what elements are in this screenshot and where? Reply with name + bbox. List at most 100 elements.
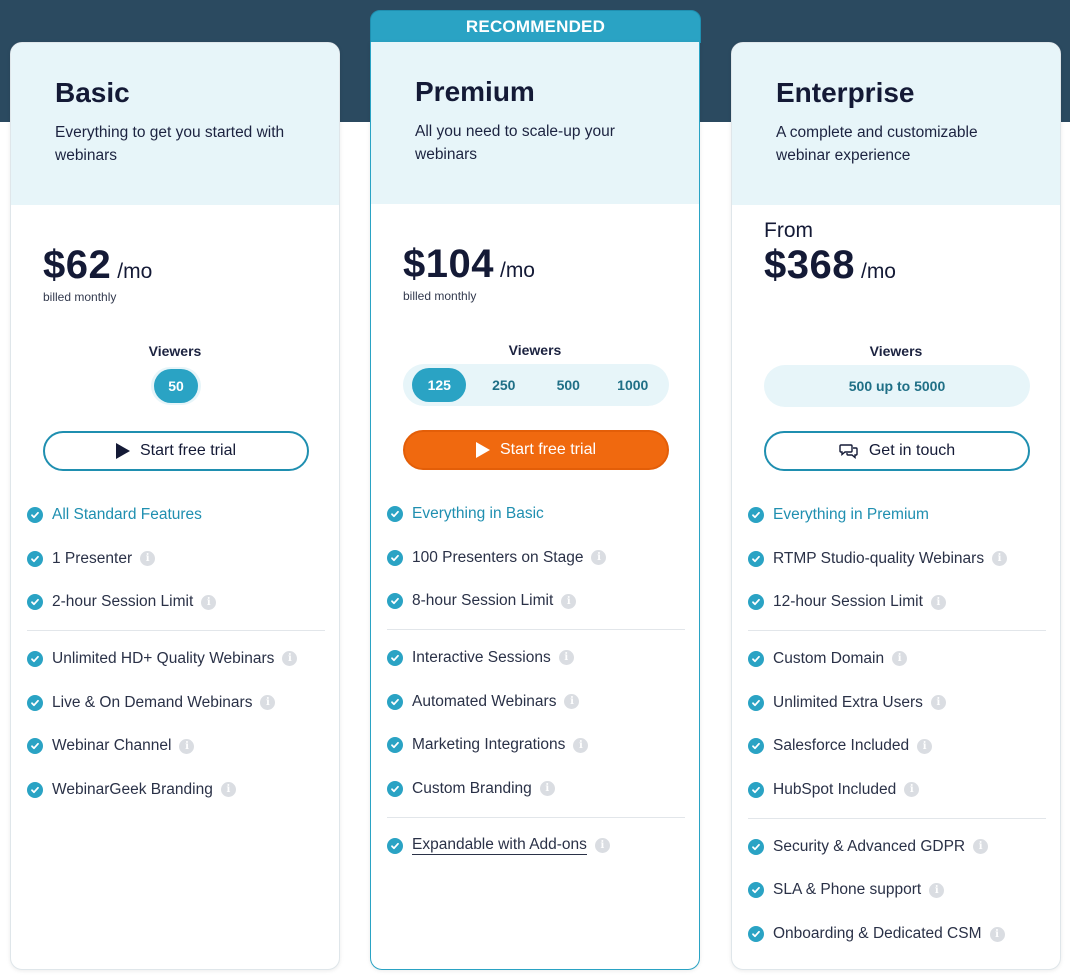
info-icon[interactable]: i <box>992 551 1008 567</box>
feature-text[interactable]: Expandable with Add-ons <box>412 836 587 856</box>
feature-text: Everything in Premium <box>773 505 929 523</box>
start-free-trial-button[interactable]: Start free trial <box>43 431 309 471</box>
plan-description: Everything to get you started with webin… <box>55 124 285 164</box>
feature-item: Custom Branding i <box>387 767 685 811</box>
feature-divider <box>387 816 685 818</box>
plan-header: Premium All you need to scale-up your we… <box>371 42 699 204</box>
play-icon <box>115 443 130 459</box>
chat-icon <box>839 444 858 459</box>
info-icon[interactable]: i <box>904 782 920 798</box>
feature-text: Automated Webinars <box>412 692 557 710</box>
feature-item: SLA & Phone support i <box>748 869 1046 913</box>
billing-note: billed monthly <box>43 290 117 304</box>
start-free-trial-button[interactable]: Start free trial <box>403 430 669 470</box>
feature-text: Interactive Sessions <box>412 648 551 666</box>
viewer-option-250[interactable]: 250 <box>477 368 531 402</box>
feature-item: RTMP Studio-quality Webinars i <box>748 537 1046 581</box>
info-icon[interactable]: i <box>201 594 217 610</box>
plan-name: Premium <box>415 76 535 107</box>
feature-text: Custom Branding <box>412 779 532 797</box>
info-icon[interactable]: i <box>260 695 276 711</box>
feature-text: 12-hour Session Limit <box>773 593 923 611</box>
feature-divider <box>748 817 1046 819</box>
feature-item: Custom Domain i <box>748 637 1046 681</box>
viewer-range: 500 up to 5000 <box>848 378 946 394</box>
price-period: /mo <box>117 260 153 283</box>
check-icon <box>387 693 403 710</box>
viewer-option-1000[interactable]: 1000 <box>606 368 660 402</box>
feature-text: Unlimited Extra Users <box>773 693 923 711</box>
info-icon[interactable]: i <box>564 694 580 710</box>
feature-item: Security & Advanced GDPR i <box>748 825 1046 869</box>
info-icon[interactable]: i <box>594 838 610 854</box>
info-icon[interactable]: i <box>917 738 933 754</box>
info-icon[interactable]: i <box>558 650 574 666</box>
info-icon[interactable]: i <box>140 551 156 567</box>
price-period: /mo <box>860 260 896 283</box>
info-icon[interactable]: i <box>179 738 195 754</box>
feature-text: Marketing Integrations <box>412 736 566 754</box>
feature-item: WebinarGeek Branding i <box>27 768 325 812</box>
info-icon[interactable]: i <box>220 782 236 798</box>
feature-item: Webinar Channel i <box>27 724 325 768</box>
feature-item: 12-hour Session Limit i <box>748 580 1046 624</box>
feature-item: 8-hour Session Limit i <box>387 579 685 623</box>
info-icon[interactable]: i <box>591 550 607 566</box>
check-icon <box>27 550 43 567</box>
check-icon <box>748 594 764 611</box>
feature-text: 1 Presenter <box>52 549 133 567</box>
viewer-option-500[interactable]: 500 <box>541 368 595 402</box>
info-icon[interactable]: i <box>282 651 298 667</box>
get-in-touch-button[interactable]: Get in touch <box>764 431 1030 471</box>
billing-note: billed monthly <box>403 289 477 303</box>
cta-label: Get in touch <box>868 442 956 459</box>
plan-card-enterprise: Enterprise A complete and customizable w… <box>731 42 1061 970</box>
feature-list: Everything in Basic 100 Presenters on Sta… <box>387 492 685 868</box>
feature-divider <box>27 630 325 632</box>
check-icon <box>387 649 403 666</box>
feature-item: 2-hour Session Limit i <box>27 580 325 624</box>
feature-item: Everything in Premium <box>748 493 1046 537</box>
feature-text: All Standard Features <box>52 505 202 523</box>
info-icon[interactable]: i <box>930 695 946 711</box>
viewer-option[interactable]: 50 <box>154 369 198 403</box>
info-icon[interactable]: i <box>892 651 908 667</box>
check-icon <box>387 505 403 522</box>
feature-item: 1 Presenter i <box>27 537 325 581</box>
feature-list: All Standard Features 1 Presenter i 2-hour … <box>27 493 325 812</box>
check-icon <box>748 926 764 943</box>
viewers-label: Viewers <box>148 343 202 359</box>
viewer-option-125[interactable]: 125 <box>412 368 467 402</box>
check-icon <box>748 882 764 899</box>
check-icon <box>27 594 43 611</box>
plan-name: Enterprise <box>776 77 915 108</box>
info-icon[interactable]: i <box>539 781 555 797</box>
plan-price: $62 <box>43 243 112 287</box>
feature-text: 2-hour Session Limit <box>52 593 194 611</box>
info-icon[interactable]: i <box>929 882 945 898</box>
check-icon <box>387 837 403 854</box>
feature-text: WebinarGeek Branding <box>52 780 213 798</box>
check-icon <box>27 738 43 755</box>
plan-card-basic: Basic Everything to get you started with… <box>10 42 340 970</box>
info-icon[interactable]: i <box>930 594 946 610</box>
cta-label: Start free trial <box>139 442 237 459</box>
viewers-label: Viewers <box>508 342 562 358</box>
check-icon <box>387 780 403 797</box>
info-icon[interactable]: i <box>989 926 1005 942</box>
play-icon <box>475 442 490 458</box>
check-icon <box>387 737 403 754</box>
feature-text: Security & Advanced GDPR <box>773 837 966 855</box>
viewer-selector: 125 250 500 1000 <box>403 364 669 406</box>
plan-description: All you need to scale-up your webinars <box>415 123 615 163</box>
feature-list: Everything in Premium RTMP Studio-quality… <box>748 493 1046 956</box>
feature-text: Webinar Channel <box>52 737 172 755</box>
info-icon[interactable]: i <box>561 593 577 609</box>
viewers-label: Viewers <box>869 343 923 359</box>
info-icon[interactable]: i <box>573 737 589 753</box>
check-icon <box>387 593 403 610</box>
check-icon <box>748 838 764 855</box>
feature-item: Unlimited HD+ Quality Webinars i <box>27 637 325 681</box>
info-icon[interactable]: i <box>973 839 989 855</box>
feature-item: Salesforce Included i <box>748 724 1046 768</box>
